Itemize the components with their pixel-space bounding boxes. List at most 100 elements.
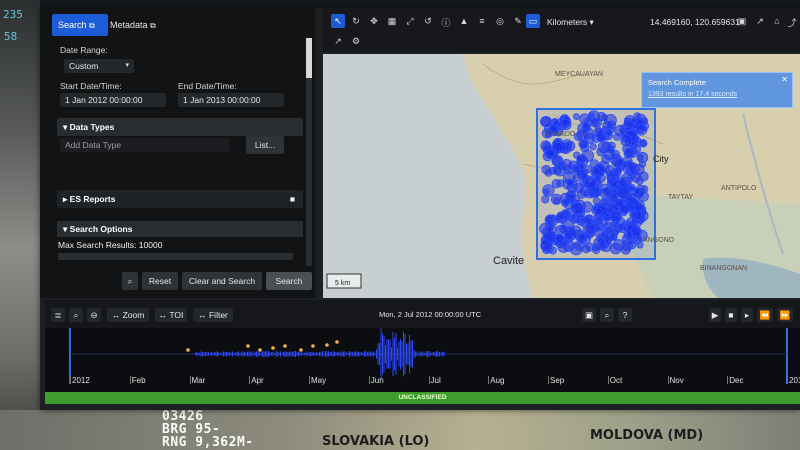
start-date-input[interactable]: 1 Jan 2012 00:00:00 bbox=[60, 93, 166, 107]
grid-icon[interactable]: ▦ bbox=[385, 16, 399, 27]
result-point[interactable] bbox=[552, 165, 563, 175]
result-point[interactable] bbox=[614, 166, 623, 175]
layers-icon[interactable]: ≡ bbox=[475, 16, 489, 26]
timeline-image-button[interactable]: ▣ bbox=[582, 308, 596, 322]
result-point[interactable] bbox=[551, 178, 562, 189]
zoom-button[interactable]: ↔ Zoom bbox=[107, 308, 149, 322]
share-icon[interactable]: ⤴ bbox=[786, 16, 798, 29]
result-point[interactable] bbox=[561, 118, 571, 129]
result-point[interactable] bbox=[636, 117, 645, 125]
result-point[interactable] bbox=[595, 207, 603, 215]
tab-search[interactable]: Search ⧉ bbox=[52, 14, 108, 36]
result-point[interactable] bbox=[541, 195, 550, 204]
result-point[interactable] bbox=[584, 214, 593, 224]
map-view[interactable]: 5 km MEYCAUAYAN OBANDO Cavite ANTIPOLO T… bbox=[323, 54, 800, 298]
result-point[interactable] bbox=[593, 127, 604, 139]
draw-icon[interactable]: ↗ bbox=[331, 36, 345, 47]
close-icon[interactable]: ✕ bbox=[781, 75, 788, 84]
result-point[interactable] bbox=[623, 230, 634, 240]
result-point[interactable] bbox=[628, 163, 641, 175]
result-point[interactable] bbox=[546, 224, 558, 236]
result-point[interactable] bbox=[609, 210, 622, 222]
list-button[interactable]: List... bbox=[246, 136, 284, 154]
search-options-header[interactable]: ▾ Search Options bbox=[57, 221, 303, 237]
result-point[interactable] bbox=[609, 242, 622, 255]
result-point[interactable] bbox=[614, 124, 627, 137]
units-select[interactable]: Kilometers ▾ bbox=[547, 17, 594, 28]
copy-icon[interactable]: ▣ bbox=[736, 16, 748, 27]
filter-button[interactable]: ↔ Filter bbox=[193, 308, 233, 322]
result-point[interactable] bbox=[578, 138, 589, 149]
rewind-button[interactable]: ⏪ bbox=[757, 308, 773, 322]
settings-icon[interactable]: ⚙ bbox=[349, 36, 363, 47]
result-point[interactable] bbox=[578, 163, 586, 171]
result-point[interactable] bbox=[584, 242, 595, 252]
result-point[interactable] bbox=[630, 211, 638, 219]
result-point[interactable] bbox=[589, 143, 597, 151]
result-point[interactable] bbox=[600, 198, 608, 206]
timeline-menu-button[interactable]: ≣ bbox=[51, 308, 65, 322]
timeline-search-button[interactable]: ⌕ bbox=[69, 308, 83, 322]
warning-icon[interactable]: ▲ bbox=[457, 16, 471, 26]
result-point[interactable] bbox=[542, 141, 552, 152]
result-point[interactable] bbox=[620, 134, 633, 147]
select-tool-button[interactable]: ↖ bbox=[331, 14, 345, 28]
add-data-type-input[interactable]: Add Data Type bbox=[60, 138, 230, 152]
toi-button[interactable]: ↔ TOI bbox=[155, 308, 187, 322]
result-point[interactable] bbox=[635, 123, 648, 136]
result-point[interactable] bbox=[639, 139, 648, 148]
search-tool-button[interactable]: ⌕ bbox=[122, 272, 138, 290]
result-point[interactable] bbox=[576, 233, 588, 244]
search-complete-notification[interactable]: Search Complete 1393 results in 17.4 sec… bbox=[641, 72, 793, 108]
end-date-input[interactable]: 1 Jan 2013 00:00:00 bbox=[178, 93, 284, 107]
result-point[interactable] bbox=[544, 168, 553, 177]
result-point[interactable] bbox=[596, 147, 606, 157]
result-point[interactable] bbox=[608, 179, 618, 189]
result-point[interactable] bbox=[554, 233, 565, 244]
result-point[interactable] bbox=[556, 211, 566, 221]
panel-scroll-area[interactable] bbox=[58, 253, 293, 260]
result-point[interactable] bbox=[617, 186, 631, 200]
result-point[interactable] bbox=[619, 204, 630, 215]
lock-icon[interactable]: ⌂ bbox=[771, 16, 783, 26]
pan-icon[interactable]: ✥ bbox=[367, 16, 381, 27]
result-point[interactable] bbox=[590, 117, 600, 128]
result-point[interactable] bbox=[566, 189, 577, 200]
timeline-zoom-out-button[interactable]: ⊖ bbox=[87, 308, 101, 322]
result-point[interactable] bbox=[636, 151, 649, 164]
notification-body[interactable]: 1393 results in 17.4 seconds bbox=[648, 91, 737, 98]
scrollbar-thumb[interactable] bbox=[306, 38, 312, 78]
expand-icon[interactable]: ↗ bbox=[754, 16, 766, 27]
result-point[interactable] bbox=[550, 118, 559, 127]
result-point[interactable] bbox=[572, 113, 580, 120]
clear-and-search-button[interactable]: Clear and Search bbox=[182, 272, 262, 290]
timeline-find-button[interactable]: ⌕ bbox=[600, 308, 614, 322]
measure-tool-button[interactable]: ▭ bbox=[526, 14, 540, 28]
pencil-icon[interactable]: ✎ bbox=[511, 16, 525, 27]
redo-icon[interactable]: ↻ bbox=[349, 16, 363, 27]
result-point[interactable] bbox=[599, 183, 610, 194]
date-range-select[interactable]: Custom ▾ bbox=[64, 59, 134, 73]
panel-scrollbar[interactable] bbox=[306, 38, 312, 266]
result-point[interactable] bbox=[570, 201, 584, 215]
result-point[interactable] bbox=[576, 188, 587, 199]
result-point[interactable] bbox=[566, 179, 575, 188]
result-point[interactable] bbox=[552, 142, 564, 154]
result-point[interactable] bbox=[550, 193, 563, 205]
result-point[interactable] bbox=[605, 226, 613, 234]
result-point[interactable] bbox=[589, 159, 599, 169]
result-point[interactable] bbox=[576, 155, 584, 163]
result-point[interactable] bbox=[600, 113, 609, 122]
timeline-help-button[interactable]: ? bbox=[618, 308, 632, 322]
result-point[interactable] bbox=[638, 191, 649, 202]
result-point[interactable] bbox=[593, 226, 606, 239]
play-button[interactable]: ▶ bbox=[709, 308, 721, 322]
result-point[interactable] bbox=[597, 160, 610, 173]
result-point[interactable] bbox=[584, 176, 597, 190]
result-point[interactable] bbox=[542, 188, 550, 196]
result-point[interactable] bbox=[620, 244, 632, 255]
info-icon[interactable]: ⓘ bbox=[439, 16, 453, 29]
fullscreen-icon[interactable]: ⤢ bbox=[403, 16, 417, 27]
result-point[interactable] bbox=[600, 219, 609, 228]
globe-icon[interactable]: ◎ bbox=[493, 16, 507, 27]
